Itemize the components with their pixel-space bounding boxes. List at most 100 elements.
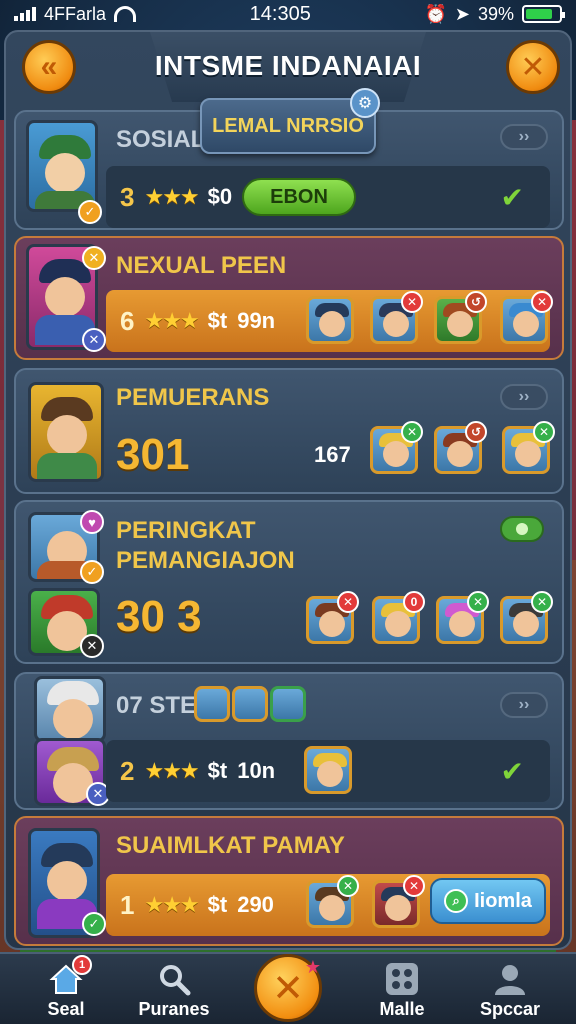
player-card-2[interactable]: ✕ ✕ NEXUAL PEEN 6 ★★★ $t 99n ✕ ↺ ✕ xyxy=(14,236,564,360)
player-card-5[interactable]: ✕ 07 STE ›› 2 ★★★ $t 10n ✔ xyxy=(14,672,564,810)
teammate-avatar[interactable] xyxy=(306,296,354,344)
checkmark-icon: ✔ xyxy=(500,755,524,787)
location-icon: ➤ xyxy=(454,3,470,24)
search-icon xyxy=(156,961,192,997)
card-stats: 3 ★★★ $0 EBON ✔ xyxy=(106,166,550,228)
checkmark-icon: ✔ xyxy=(500,181,524,213)
notification-badge: 1 xyxy=(72,955,92,975)
card-name: PEMUERANS xyxy=(116,384,270,411)
check-badge-icon: ✓ xyxy=(82,912,106,936)
battery-icon xyxy=(521,5,565,23)
team-avatar[interactable] xyxy=(232,686,268,722)
stars-icon: ★★★ xyxy=(144,758,199,783)
close-button[interactable]: ✕ xyxy=(506,40,560,94)
stars-icon: ★★★ xyxy=(144,184,199,209)
card-name: NEXUAL PEEN xyxy=(116,252,287,279)
close-icon: ✕ xyxy=(520,50,546,84)
expand-button[interactable]: ›› xyxy=(500,384,548,410)
secondary-value: 167 xyxy=(314,442,351,467)
search-player-button[interactable]: ⌕ Iiomla xyxy=(430,878,546,924)
clock: 14:305 xyxy=(249,2,311,25)
page-title: INTSME INDANAIAI xyxy=(154,50,422,81)
level-value: 3 xyxy=(120,181,135,212)
level-value: 6 xyxy=(120,305,135,336)
price-value: $t xyxy=(207,308,228,333)
nav-label: Puranes xyxy=(138,999,210,1019)
avatar xyxy=(34,676,106,742)
teammate-avatar[interactable]: ✕ xyxy=(370,291,423,344)
nav-item-spccar[interactable]: Spccar xyxy=(466,954,554,1024)
card-name-line2: PEMANGIAJON xyxy=(116,547,295,574)
price-value: $0 xyxy=(207,184,233,209)
amount-value: 99n xyxy=(237,308,276,333)
team-avatar[interactable] xyxy=(270,686,306,722)
center-action-button[interactable]: ✕ ★ xyxy=(254,954,322,1022)
search-player-label: Iiomla xyxy=(474,889,532,912)
nav-item-seal[interactable]: 1 Seal xyxy=(22,954,110,1024)
nav-label: Malle xyxy=(379,999,425,1019)
expand-button[interactable]: ›› xyxy=(500,124,548,150)
coin-badge-icon: ✕ xyxy=(82,246,106,270)
nav-label: Seal xyxy=(47,999,85,1019)
card-name: SUAIMLKAT PAMAY xyxy=(116,832,345,859)
avatar xyxy=(26,120,98,212)
profile-icon xyxy=(492,961,528,997)
price-value: $t xyxy=(207,892,228,917)
level-value: 2 xyxy=(120,755,135,786)
team-avatar[interactable] xyxy=(194,686,230,722)
teammate-avatar[interactable]: ✕ xyxy=(502,421,555,474)
player-card-6[interactable]: ✓ SUAIMLKAT PAMAY 1 ★★★ $t 290 ✕ ✕ ⌕ Iio… xyxy=(14,816,564,946)
player-card-3[interactable]: PEMUERANS ›› 301 167 ✕ ↺ ✕ xyxy=(14,368,564,494)
teammate-avatar[interactable]: ✕ xyxy=(436,591,489,644)
nav-item-malle[interactable]: Malle xyxy=(358,954,446,1024)
teammate-avatar[interactable]: ✕ xyxy=(500,291,553,344)
player-card-4[interactable]: ♥ ✓ ✕ PERINGKAT PEMANGIAJON 30 3 ✕ 0 ✕ ✕ xyxy=(14,500,564,664)
sparkle-icon: ★ xyxy=(304,957,321,977)
home-icon: 1 xyxy=(48,955,92,997)
teammate-avatar[interactable]: ↺ xyxy=(434,291,487,344)
level-value: 1 xyxy=(120,889,135,920)
stars-icon: ★★★ xyxy=(144,308,199,333)
back-button[interactable]: « xyxy=(22,40,76,94)
search-icon: ⌕ xyxy=(444,889,469,913)
card-name-line1: PERINGKAT xyxy=(116,517,256,544)
grid-icon xyxy=(384,961,420,997)
chevron-right-icon: ›› xyxy=(518,696,530,713)
avatar xyxy=(28,382,104,482)
card-name: 07 STE xyxy=(116,692,197,719)
toggle-switch[interactable] xyxy=(500,516,544,542)
carrier-label: 4FFarla xyxy=(44,3,107,24)
teammate-avatar[interactable]: ✕ xyxy=(372,875,425,928)
status-bar: 4FFarla 14:305 ⏰ ➤ 39% xyxy=(0,0,576,28)
swap-badge-icon: ✕ xyxy=(82,328,106,352)
teammate-avatar[interactable]: 0 xyxy=(372,591,425,644)
rank-badge-icon: ✓ xyxy=(78,200,102,224)
teammate-avatar[interactable]: ↺ xyxy=(434,421,487,474)
battery-percent: 39% xyxy=(477,3,514,24)
teammate-avatar[interactable]: ✕ xyxy=(370,421,423,474)
stars-icon: ★★★ xyxy=(144,892,199,917)
score-value: 30 3 xyxy=(116,592,202,641)
back-arrows-icon: « xyxy=(40,50,58,83)
rank-badge-icon: ✓ xyxy=(80,560,104,584)
section-tag[interactable]: LEMAL NRRSIO ⚙ xyxy=(200,88,380,154)
close-icon: ✕ xyxy=(272,967,304,1010)
nav-label: Spccar xyxy=(479,999,541,1019)
wifi-icon xyxy=(114,6,137,22)
header: INTSME INDANAIAI « ✕ xyxy=(0,32,576,106)
ebon-button[interactable]: EBON xyxy=(242,178,356,216)
teammate-avatar[interactable]: ✕ xyxy=(306,591,359,644)
teammate-avatar[interactable]: ✕ xyxy=(306,875,359,928)
teammate-avatar[interactable]: ✕ xyxy=(500,591,553,644)
close-badge-icon: ✕ xyxy=(80,634,104,658)
chevron-right-icon: ›› xyxy=(518,128,530,145)
chevron-right-icon: ›› xyxy=(518,388,530,405)
gear-icon[interactable]: ⚙ xyxy=(350,88,380,118)
heart-badge-icon: ♥ xyxy=(80,510,104,534)
score-value: 301 xyxy=(116,430,190,479)
expand-button[interactable]: ›› xyxy=(500,692,548,718)
section-tag-label: LEMAL NRRSIO xyxy=(212,114,364,137)
nav-item-puranes[interactable]: Puranes xyxy=(130,954,218,1024)
teammate-avatar[interactable] xyxy=(304,746,352,794)
alarm-icon: ⏰ xyxy=(424,3,447,24)
